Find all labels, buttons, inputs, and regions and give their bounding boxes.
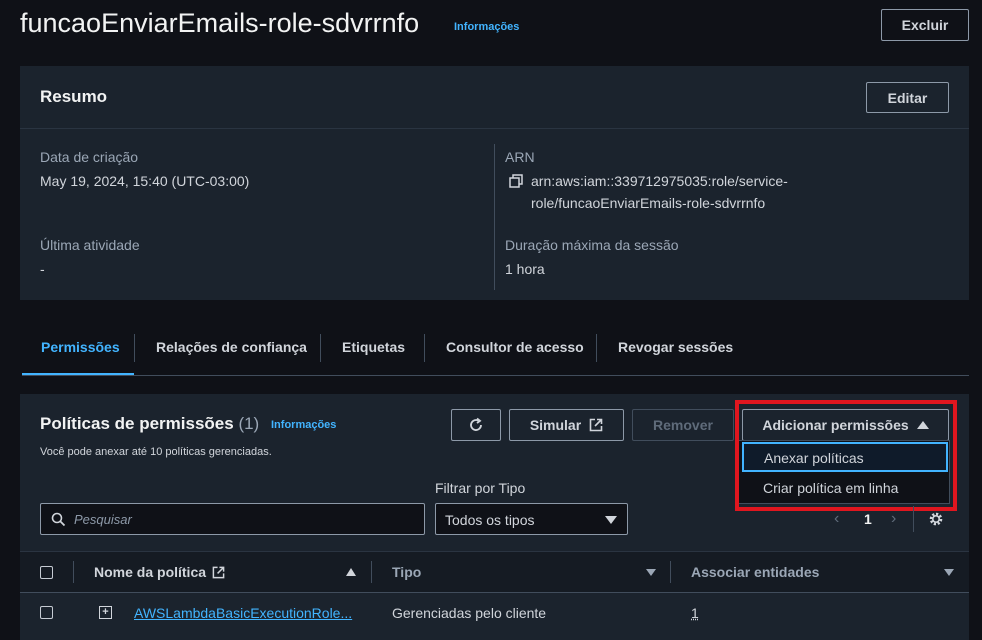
arn-label: ARN bbox=[505, 149, 535, 165]
delete-button[interactable]: Excluir bbox=[881, 9, 969, 41]
policy-name-link[interactable]: AWSLambdaBasicExecutionRole... bbox=[134, 605, 352, 621]
creation-date-label: Data de criação bbox=[40, 149, 139, 165]
column-separator bbox=[73, 561, 74, 583]
policy-type: Gerenciadas pelo cliente bbox=[392, 605, 547, 621]
column-separator bbox=[371, 561, 372, 583]
creation-date-value: May 19, 2024, 15:40 (UTC-03:00) bbox=[40, 173, 250, 189]
tab-etiquetas[interactable]: Etiquetas bbox=[342, 339, 405, 355]
refresh-button[interactable] bbox=[451, 409, 501, 441]
row-checkbox[interactable] bbox=[40, 606, 53, 619]
arn-value-line1: arn:aws:iam::339712975035:role/service- bbox=[531, 173, 788, 189]
remove-button[interactable]: Remover bbox=[632, 409, 734, 441]
tab-separator bbox=[596, 334, 597, 362]
type-filter-value: Todos os tipos bbox=[445, 512, 535, 528]
edit-button[interactable]: Editar bbox=[866, 82, 949, 113]
pagination-divider bbox=[913, 506, 914, 532]
column-separator bbox=[670, 561, 671, 583]
page-number[interactable]: 1 bbox=[864, 511, 872, 527]
external-link-icon bbox=[212, 566, 225, 578]
sort-icon[interactable] bbox=[646, 569, 656, 576]
summary-column-divider bbox=[494, 144, 495, 290]
tab-consultor-de-acesso[interactable]: Consultor de acesso bbox=[446, 339, 584, 355]
prev-page-icon[interactable]: ‹ bbox=[834, 510, 839, 528]
max-session-value: 1 hora bbox=[505, 261, 545, 277]
tab-permissoes[interactable]: Permissões bbox=[41, 339, 120, 355]
policies-info-link[interactable]: Informações bbox=[271, 419, 336, 431]
page-title: funcaoEnviarEmails-role-sdvrrnfo bbox=[20, 8, 420, 38]
simulate-button-label: Simular bbox=[529, 417, 582, 433]
tab-separator bbox=[134, 334, 135, 362]
column-header-entities[interactable]: Associar entidades bbox=[691, 564, 819, 580]
search-icon bbox=[51, 512, 66, 527]
header-info-link[interactable]: Informações bbox=[454, 21, 519, 33]
max-session-label: Duração máxima da sessão bbox=[505, 237, 679, 253]
caret-down-icon bbox=[605, 516, 617, 524]
policies-description: Você pode anexar até 10 políticas gerenc… bbox=[40, 446, 272, 458]
tab-relacoes-de-confianca[interactable]: Relações de confiança bbox=[156, 339, 307, 355]
policies-count: (1) bbox=[238, 414, 260, 433]
tabs-underline bbox=[22, 375, 969, 376]
column-header-type[interactable]: Tipo bbox=[392, 564, 421, 580]
column-header-policy-name-label: Nome da política bbox=[94, 564, 207, 580]
search-placeholder: Pesquisar bbox=[74, 512, 132, 527]
policy-entities-count[interactable]: 1 bbox=[691, 605, 699, 621]
arn-value-line2: role/funcaoEnviarEmails-role-sdvrrnfo bbox=[531, 195, 766, 211]
summary-title: Resumo bbox=[40, 87, 108, 106]
highlight-box bbox=[735, 400, 957, 511]
type-filter-select[interactable]: Todos os tipos bbox=[435, 503, 628, 535]
filter-label: Filtrar por Tipo bbox=[435, 480, 526, 496]
gear-icon[interactable] bbox=[928, 511, 944, 527]
tab-separator bbox=[320, 334, 321, 362]
sort-ascending-icon[interactable] bbox=[346, 568, 356, 576]
refresh-icon bbox=[470, 417, 482, 431]
search-input[interactable]: Pesquisar bbox=[40, 503, 425, 535]
copy-icon[interactable] bbox=[509, 174, 523, 188]
tab-separator bbox=[424, 334, 425, 362]
tab-revogar-sessoes[interactable]: Revogar sessões bbox=[618, 339, 733, 355]
summary-divider bbox=[20, 128, 969, 129]
policies-title: Políticas de permissões (1) bbox=[40, 414, 259, 434]
expand-icon[interactable]: + bbox=[99, 606, 112, 619]
last-activity-label: Última atividade bbox=[40, 237, 140, 253]
next-page-icon[interactable]: › bbox=[891, 510, 896, 528]
last-activity-value: - bbox=[40, 261, 45, 277]
policies-title-text: Políticas de permissões bbox=[40, 414, 234, 433]
select-all-checkbox[interactable] bbox=[40, 566, 53, 579]
simulate-button[interactable]: Simular bbox=[509, 409, 624, 441]
external-link-icon bbox=[589, 418, 603, 432]
sort-icon[interactable] bbox=[944, 569, 954, 576]
column-header-policy-name[interactable]: Nome da política bbox=[94, 564, 225, 580]
